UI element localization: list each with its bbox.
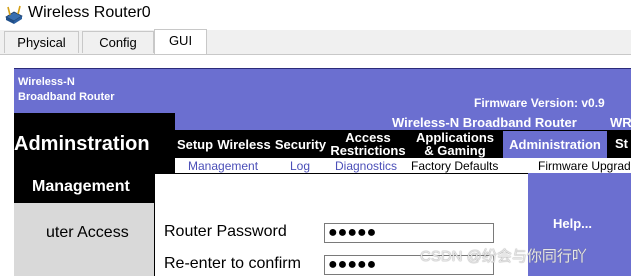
reenter-password-label: Re-enter to confirm <box>164 255 301 272</box>
router-password-label: Router Password <box>164 223 287 240</box>
subnav-log[interactable]: Log <box>290 159 310 173</box>
watermark: CSDN @纷会与你同行吖 <box>420 248 587 265</box>
tab-config[interactable]: Config <box>82 31 154 53</box>
nav-apps-line2: & Gaming <box>424 143 486 158</box>
subnav-diagnostics[interactable]: Diagnostics <box>335 159 397 173</box>
window-title: Wireless Router0 <box>28 4 151 21</box>
brand-line-1: Wireless-N <box>18 76 75 88</box>
help-link[interactable]: Help... <box>553 216 592 231</box>
nav-applications-gaming[interactable]: Applications & Gaming <box>409 131 501 158</box>
firmware-version: Firmware Version: v0.9 <box>474 96 605 110</box>
nav-setup[interactable]: Setup <box>175 131 215 158</box>
tab-gui[interactable]: GUI <box>154 29 207 54</box>
nav-security[interactable]: Security <box>273 131 328 158</box>
nav-status[interactable]: St <box>615 136 628 151</box>
router-access-label: uter Access <box>46 224 129 241</box>
subnav-management[interactable]: Management <box>188 159 258 173</box>
tab-physical[interactable]: Physical <box>4 31 79 53</box>
nav-administration[interactable]: Administration <box>503 131 607 158</box>
subnav-firmware-upgrade[interactable]: Firmware Upgrade <box>538 159 631 173</box>
brand-line-2: Broadband Router <box>18 91 115 103</box>
section-title: Adminstration <box>14 133 150 155</box>
subnav-factory-defaults[interactable]: Factory Defaults <box>411 159 498 173</box>
nav-access-restrictions[interactable]: Access Restrictions <box>328 131 408 158</box>
nav-access-line2: Restrictions <box>330 143 406 158</box>
product-name: Wireless-N Broadband Router <box>392 115 577 130</box>
product-name-short: WR <box>610 115 631 130</box>
nav-wireless[interactable]: Wireless <box>215 131 273 158</box>
management-heading: Management <box>32 178 130 195</box>
router-password-field[interactable]: ●●●●● <box>324 223 494 243</box>
router-app-icon <box>4 5 24 25</box>
